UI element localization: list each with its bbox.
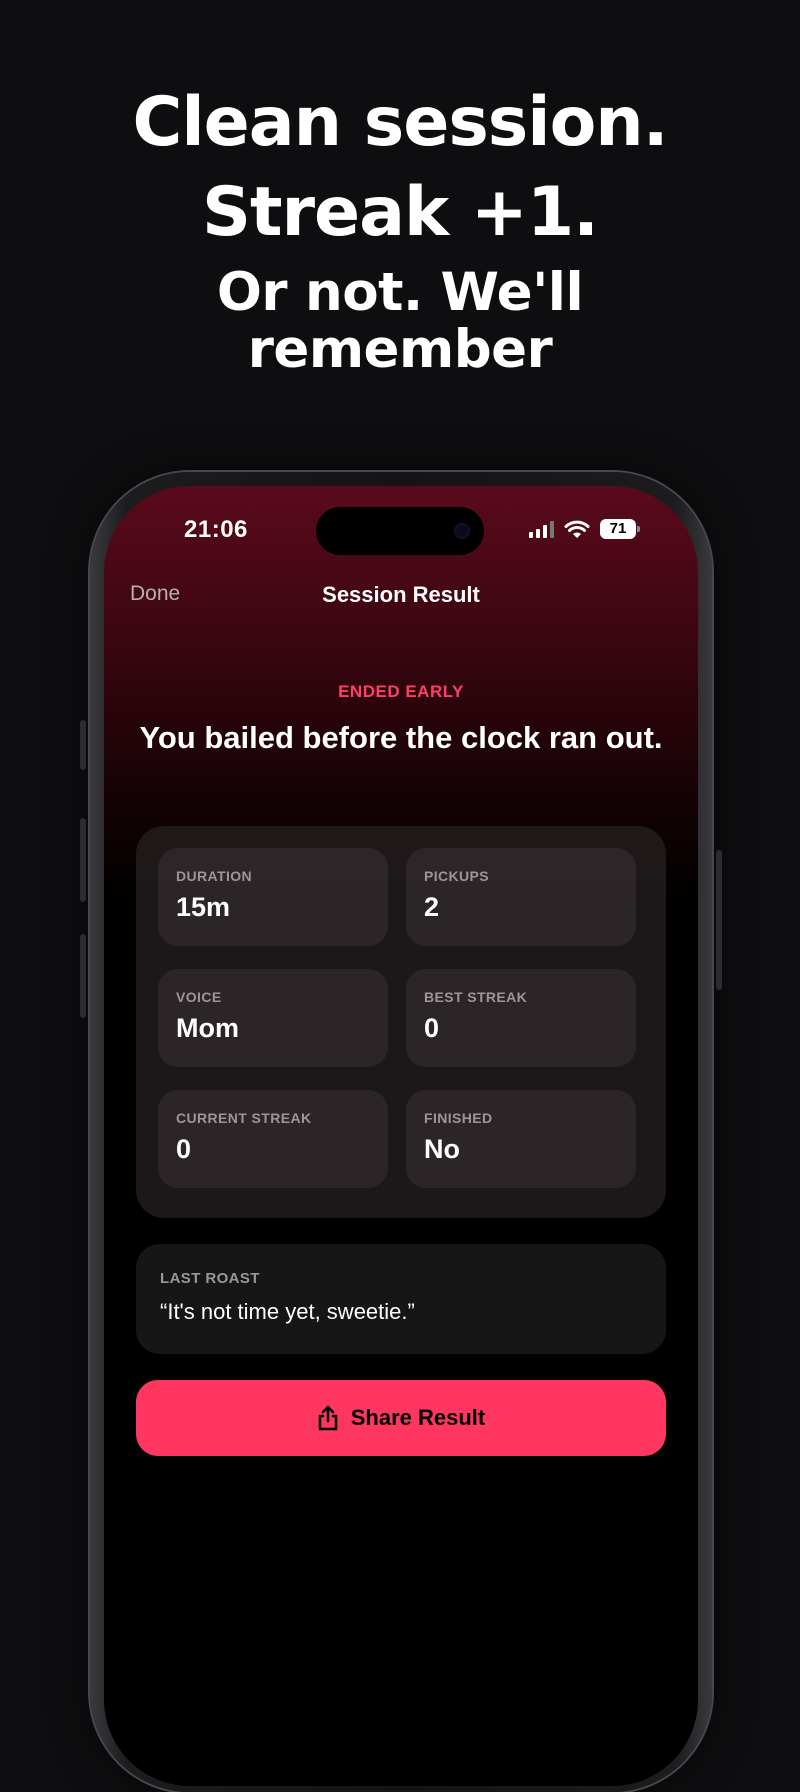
stat-voice: VOICE Mom	[158, 969, 388, 1067]
last-roast-card: LAST ROAST “It's not time yet, sweetie.”	[136, 1244, 666, 1354]
headline-line-2: Streak +1.	[201, 173, 599, 252]
nav-title: Session Result	[322, 582, 480, 607]
stat-value: Mom	[176, 1013, 239, 1043]
stat-label: BEST STREAK	[424, 989, 528, 1005]
stat-current-streak: CURRENT STREAK 0	[158, 1090, 388, 1188]
status-indicators: 71	[529, 518, 640, 540]
stat-label: FINISHED	[424, 1110, 493, 1126]
stat-value: 0	[176, 1134, 192, 1164]
stat-finished: FINISHED No	[406, 1090, 636, 1188]
battery-icon: 71	[600, 519, 640, 539]
stat-label: DURATION	[176, 868, 253, 884]
marketing-headline: Clean session. Streak +1. Or not. We'll …	[0, 78, 800, 378]
stats-panel: DURATION 15m PICKUPS 2 VOICE Mom BEST ST…	[136, 826, 666, 1218]
stat-value: 2	[424, 892, 440, 922]
share-icon	[318, 1405, 338, 1431]
wifi-icon	[564, 520, 590, 538]
status-time: 21:06	[184, 516, 248, 543]
phone-action-button	[80, 720, 86, 770]
share-result-label: Share Result	[350, 1405, 486, 1430]
result-message: You bailed before the clock ran out.	[139, 720, 663, 755]
phone-power-button	[716, 850, 722, 990]
stat-best-streak: BEST STREAK 0	[406, 969, 636, 1067]
headline-line-4: remember	[247, 319, 553, 380]
camera-icon	[454, 523, 470, 539]
stat-label: CURRENT STREAK	[176, 1110, 312, 1126]
stat-value: No	[424, 1134, 460, 1164]
stat-value: 0	[424, 1013, 440, 1043]
headline-line-1: Clean session.	[132, 83, 668, 162]
dynamic-island	[316, 507, 484, 555]
last-roast-label: LAST ROAST	[160, 1270, 260, 1287]
headline-line-3: Or not. We'll	[216, 262, 584, 323]
share-result-button[interactable]: Share Result	[136, 1380, 666, 1456]
phone-volume-up-button	[80, 818, 86, 902]
phone-screen: 21:06 71 Done Session Result ENDED EARLY…	[104, 486, 698, 1786]
last-roast-text: “It's not time yet, sweetie.”	[160, 1299, 415, 1324]
cellular-signal-icon	[529, 520, 554, 538]
stat-label: PICKUPS	[424, 868, 490, 884]
result-status-label: ENDED EARLY	[338, 682, 464, 701]
phone-volume-down-button	[80, 934, 86, 1018]
stat-label: VOICE	[176, 989, 222, 1005]
stat-value: 15m	[176, 892, 231, 922]
stat-duration: DURATION 15m	[158, 848, 388, 946]
stat-pickups: PICKUPS 2	[406, 848, 636, 946]
